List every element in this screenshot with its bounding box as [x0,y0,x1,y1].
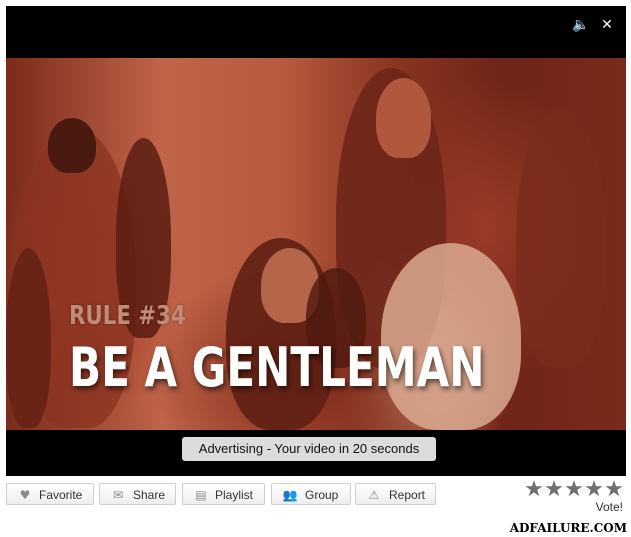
player-top-bar: 🔈 ✕ [6,6,626,58]
favorite-label: Favorite [39,488,83,502]
share-label: Share [133,488,166,502]
person-silhouette [516,108,606,368]
volume-icon[interactable]: 🔈 [572,16,590,34]
report-button[interactable]: ⚠ Report [355,483,436,505]
rule-number-text: RULE #34 [69,301,186,331]
person-silhouette [6,248,51,428]
site-watermark: ADFAILURE.COM [509,521,627,535]
star-icon[interactable]: ★ [604,479,624,501]
person-silhouette [48,118,96,173]
star-icon[interactable]: ★ [524,479,544,501]
playlist-icon: ▤ [195,488,207,502]
person-silhouette [376,78,431,158]
playlist-button[interactable]: ▤ Playlist [182,483,265,505]
star-icon[interactable]: ★ [584,479,604,501]
envelope-icon: ✉ [112,488,124,502]
favorite-button[interactable]: ♥ Favorite [6,483,94,505]
star-rating[interactable]: ★ ★ ★ ★ ★ [524,479,624,502]
video-player[interactable]: 🔈 ✕ RULE #34 BE A GENTLEMAN [6,6,626,476]
video-frame[interactable]: RULE #34 BE A GENTLEMAN [6,58,626,430]
star-icon[interactable]: ★ [544,479,564,501]
group-label: Group [305,488,339,502]
rule-title-text: BE A GENTLEMAN [69,336,485,399]
warning-icon: ⚠ [368,488,380,502]
playlist-label: Playlist [215,488,254,502]
group-icon: 👥 [282,488,298,502]
group-button[interactable]: 👥 Group [271,483,351,505]
vote-label: Vote! [595,500,623,514]
heart-icon: ♥ [19,488,31,502]
star-icon[interactable]: ★ [564,479,584,501]
report-label: Report [389,488,426,502]
close-icon[interactable]: ✕ [598,16,616,34]
ad-countdown-banner: Advertising - Your video in 20 seconds [182,437,436,461]
share-button[interactable]: ✉ Share [99,483,176,505]
